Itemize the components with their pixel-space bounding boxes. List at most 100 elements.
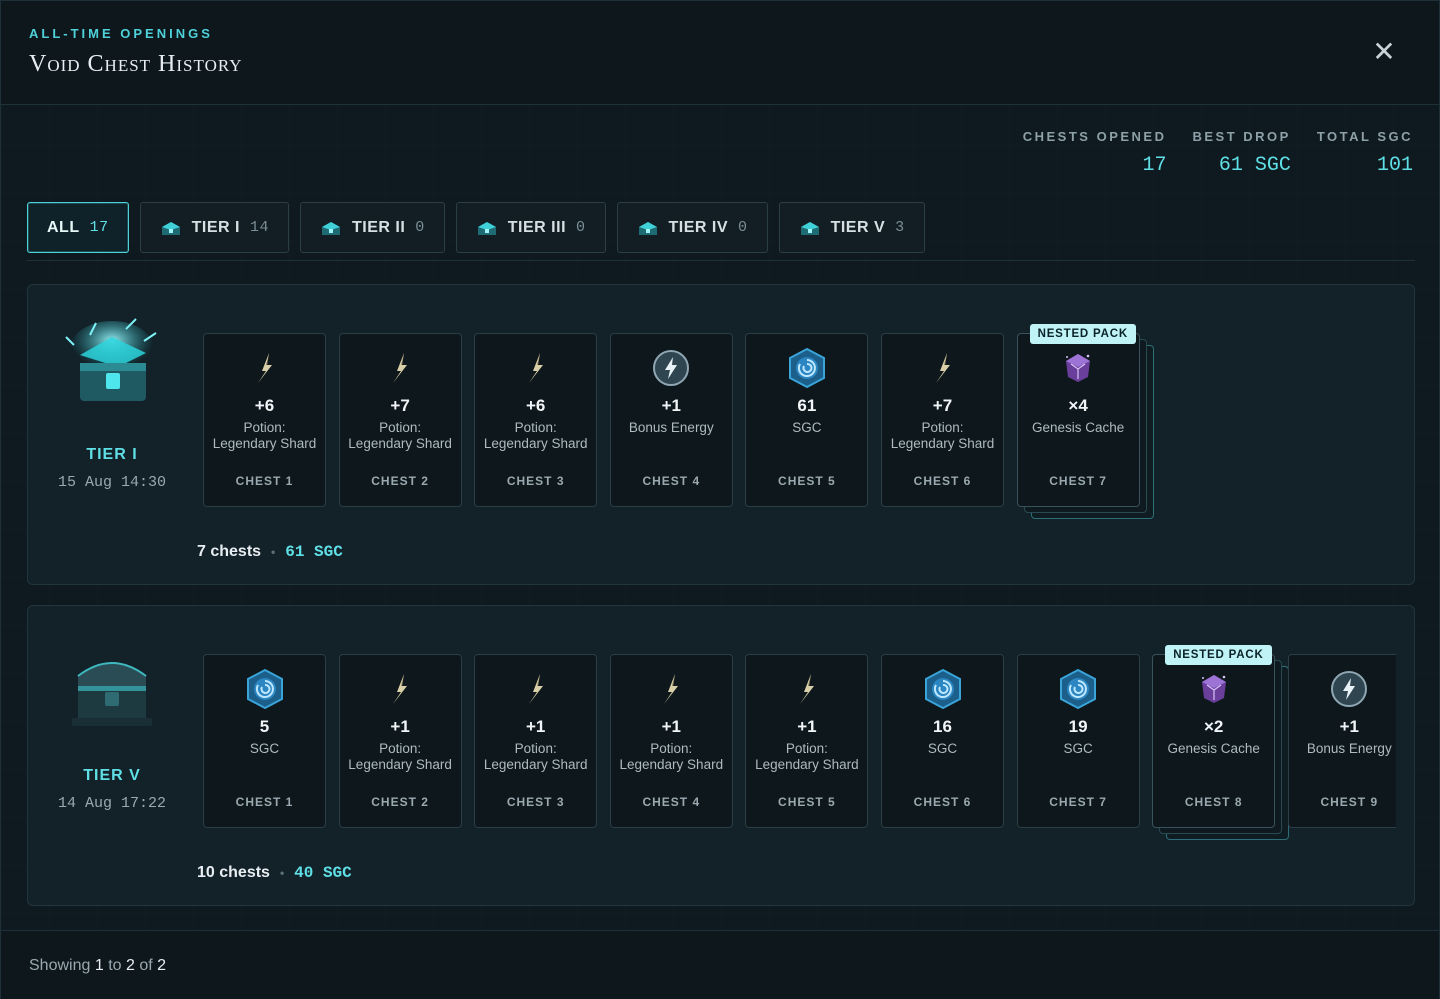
reward-amount: +6 — [525, 396, 546, 415]
shard-icon — [475, 348, 596, 388]
reward-name: Potion: Legendary Shard — [619, 741, 724, 772]
reward-card[interactable]: ×4 Genesis Cache CHEST 7 NESTED PACK — [1016, 324, 1140, 507]
reward-card[interactable]: 61 SGC CHEST 5 — [745, 333, 869, 507]
reward-name: Potion: Legendary Shard — [483, 741, 588, 772]
reward-card[interactable]: ×2 Genesis Cache CHEST 8 NESTED PACK — [1152, 645, 1276, 828]
reward-card[interactable]: +6 Potion: Legendary Shard CHEST 1 — [203, 333, 326, 507]
reward-card[interactable]: +7 Potion: Legendary Shard CHEST 2 — [338, 333, 462, 507]
reward-amount: +1 — [390, 717, 410, 736]
chest-slot-label: CHEST 7 — [1049, 795, 1107, 809]
tab-tier-ii[interactable]: TIER II 0 — [299, 202, 445, 253]
shard-icon — [746, 669, 867, 709]
pagination-footer: Showing 1 to 2 of 2 — [1, 930, 1439, 999]
sgc-coin-icon — [1018, 668, 1139, 710]
reward-name: Potion: Legendary Shard — [348, 420, 452, 451]
reward-name: Potion: Legendary Shard — [212, 420, 317, 451]
reward-card[interactable]: +6 Potion: Legendary Shard CHEST 3 — [474, 333, 598, 507]
chest-slot-label: CHEST 1 — [235, 474, 294, 488]
modal-title: Void Chest History — [29, 51, 243, 77]
closed-chest-icon — [72, 662, 152, 726]
reward-card[interactable]: +7 Potion: Legendary Shard CHEST 6 — [881, 333, 1004, 507]
tab-tier-iv[interactable]: TIER IV 0 — [616, 202, 768, 253]
chest-meta: TIER V 14 Aug 17:22 — [50, 636, 174, 812]
reward-card[interactable]: 5 SGC CHEST 1 — [203, 654, 326, 828]
reward-card[interactable]: 19 SGC CHEST 7 — [1016, 654, 1140, 828]
reward-amount: +7 — [932, 396, 953, 415]
eyebrow-label: ALL-TIME OPENINGS — [29, 26, 213, 41]
chest-tier-3-icon — [476, 219, 498, 237]
reward-amount: +1 — [661, 717, 681, 736]
reward-card[interactable]: 16 SGC CHEST 6 — [881, 654, 1004, 828]
tab-count: 0 — [576, 219, 586, 236]
reward-card[interactable]: +1 Potion: Legendary Shard CHEST 5 — [745, 654, 869, 828]
chest-tier-1-icon — [160, 219, 182, 237]
stats-summary: CHESTS OPENED 17 BEST DROP 61 SGC TOTAL … — [1023, 129, 1413, 177]
reward-amount: ×4 — [1068, 396, 1088, 415]
reward-card[interactable]: +1 Bonus Energy CHEST 4 — [609, 333, 733, 507]
summary-chest-count: 10 chests — [197, 864, 270, 881]
pagination-text: Showing 1 to 2 of 2 — [29, 957, 167, 974]
reward-card[interactable]: +1 Potion: Legendary Shard CHEST 4 — [609, 654, 733, 828]
genesis-cache-icon — [1018, 348, 1139, 388]
close-button[interactable]: ✕ — [1369, 37, 1399, 67]
tab-label: TIER V — [830, 218, 886, 236]
chest-slot-label: CHEST 9 — [1320, 795, 1379, 809]
chest-slot-label: CHEST 4 — [642, 474, 701, 488]
shard-icon — [204, 348, 325, 388]
chest-slot-label: CHEST 6 — [913, 795, 972, 809]
tab-tier-i[interactable]: TIER I 14 — [139, 202, 289, 253]
summary-chest-count: 7 chests — [197, 543, 262, 560]
sgc-coin-icon — [746, 347, 867, 389]
genesis-cache-icon — [1153, 669, 1274, 709]
sgc-coin-icon — [882, 668, 1003, 710]
summary-sgc: 61 SGC — [285, 543, 343, 561]
summary-sgc: 40 SGC — [294, 864, 352, 882]
chest-group-tier-5: TIER V 14 Aug 17:22 5 SGC CHEST 1 +1 Potion:… — [27, 605, 1415, 906]
shard-icon — [340, 348, 461, 388]
reward-cards: 5 SGC CHEST 1 +1 Potion: Legendary Shard CHES… — [203, 645, 1396, 844]
tab-count: 17 — [89, 219, 109, 236]
reward-amount: 19 — [1068, 717, 1088, 736]
reward-cards: +6 Potion: Legendary Shard CHEST 1 +7 Potion… — [203, 324, 1396, 523]
reward-name: Bonus Energy — [628, 420, 714, 435]
summary-separator: • — [279, 866, 285, 880]
glowing-open-chest-icon — [65, 318, 157, 401]
tier-filter-tabs: ALL 17 TIER I 14 TIER II 0 TIER III 0 TIER IV 0 TI… — [27, 202, 925, 253]
stat-total-sgc: TOTAL SGC 101 — [1316, 129, 1413, 177]
reward-card[interactable]: +1 Potion: Legendary Shard CHEST 2 — [338, 654, 462, 828]
tab-count: 3 — [895, 219, 905, 236]
reward-card[interactable]: +1 Potion: Legendary Shard CHEST 3 — [474, 654, 598, 828]
chest-tier-2-icon — [320, 219, 342, 237]
reward-card[interactable]: +1 Bonus Energy CHEST 9 — [1287, 654, 1396, 828]
group-tier-label: TIER V — [83, 767, 141, 784]
energy-icon — [611, 348, 732, 388]
tab-tier-iii[interactable]: TIER III 0 — [455, 202, 606, 253]
chest-slot-label: CHEST 5 — [778, 474, 836, 488]
reward-amount: +1 — [525, 717, 546, 736]
reward-name: SGC — [249, 741, 280, 756]
chest-slot-label: CHEST 3 — [506, 474, 565, 488]
close-icon: ✕ — [1372, 36, 1396, 67]
reward-amount: +1 — [661, 396, 681, 415]
chest-slot-label: CHEST 2 — [371, 474, 429, 488]
shard-icon — [611, 669, 732, 709]
chest-group-tier-1: TIER I 15 Aug 14:30 +6 Potion: Legendary … — [27, 284, 1415, 585]
reward-amount: 5 — [259, 717, 270, 736]
reward-name: Potion: Legendary Shard — [890, 420, 995, 451]
shard-icon — [340, 669, 461, 709]
chest-slot-label: CHEST 7 — [1049, 474, 1107, 488]
group-summary: 7 chests • 61 SGC — [197, 543, 343, 561]
chest-slot-label: CHEST 5 — [778, 795, 836, 809]
tabs-divider — [27, 260, 1415, 261]
chest-meta: TIER I 15 Aug 14:30 — [50, 315, 174, 491]
tab-all[interactable]: ALL 17 — [27, 202, 129, 253]
reward-name: Genesis Cache — [1031, 420, 1125, 435]
chest-slot-label: CHEST 1 — [235, 795, 294, 809]
sgc-coin-icon — [204, 668, 325, 710]
nested-pack-badge: NESTED PACK — [1165, 645, 1272, 665]
tab-count: 0 — [738, 219, 748, 236]
reward-amount: +6 — [254, 396, 275, 415]
chest-slot-label: CHEST 6 — [913, 474, 972, 488]
tab-tier-v[interactable]: TIER V 3 — [778, 202, 925, 253]
reward-name: Genesis Cache — [1167, 741, 1260, 756]
